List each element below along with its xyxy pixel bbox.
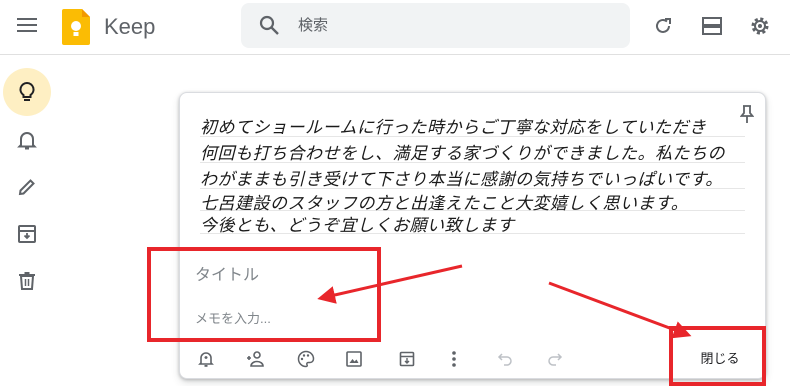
annotation-arrow [317,264,463,304]
annotation-arrows [317,264,692,339]
annotation-arrow [548,281,692,339]
